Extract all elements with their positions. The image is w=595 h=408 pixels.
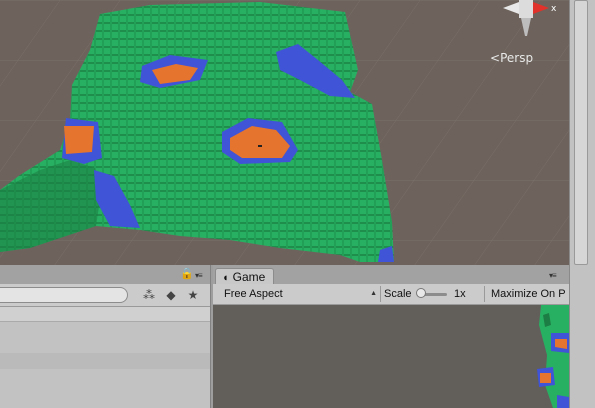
game-viewport[interactable] — [213, 305, 569, 408]
list-item[interactable] — [0, 353, 210, 369]
tab-game[interactable]: ◖ Game — [215, 268, 275, 285]
scale-value: 1x — [454, 288, 466, 300]
lock-icon[interactable]: 🔒 — [180, 267, 194, 280]
list-item[interactable] — [0, 307, 210, 322]
tag-icon[interactable]: ◆ — [163, 287, 179, 303]
left-panel-header: 🔒 ▾≡ — [0, 265, 210, 285]
aspect-dropdown-label: Free Aspect — [224, 288, 283, 300]
star-icon[interactable]: ★ — [185, 287, 201, 303]
maximize-on-play-button[interactable]: Maximize On P — [484, 286, 570, 302]
scene-view[interactable]: x <Persp — [0, 0, 569, 265]
orientation-gizmo[interactable]: x — [481, 0, 561, 40]
projection-label: Persp — [500, 51, 534, 65]
projection-toggle[interactable]: <Persp — [490, 51, 533, 65]
player-marker — [258, 145, 262, 147]
search-input[interactable] — [0, 287, 128, 303]
filter-icon[interactable]: ⁂ — [141, 287, 157, 303]
vertical-scrollbar[interactable] — [569, 0, 595, 408]
menu-icon[interactable]: ▾≡ — [549, 271, 557, 280]
sand-patch — [64, 126, 94, 154]
left-panel-toolbar: ⁂ ◆ ★ — [0, 284, 210, 307]
game-panel: ◖Game ▾≡ Free Aspect ▲▼ Scale 1x Maximiz… — [213, 265, 569, 408]
left-panel: 🔒 ▾≡ ⁂ ◆ ★ — [0, 265, 210, 408]
scale-slider-knob[interactable] — [416, 288, 426, 298]
aspect-dropdown[interactable]: Free Aspect ▲▼ — [217, 286, 381, 313]
svg-text:x: x — [551, 4, 557, 14]
scale-label: Scale — [384, 288, 412, 300]
game-terrain-preview — [537, 305, 569, 408]
menu-icon[interactable]: ▾≡ — [195, 271, 203, 280]
game-tab-bar: ◖ Game ▾≡ — [213, 265, 569, 285]
game-controller-icon: ◖ — [222, 272, 229, 284]
tab-game-label: Game — [232, 270, 266, 284]
scrollbar-thumb[interactable] — [574, 0, 588, 265]
game-toolbar: Free Aspect ▲▼ Scale 1x Maximize On P — [213, 284, 570, 313]
maximize-on-play-label: Maximize On P — [491, 288, 566, 300]
